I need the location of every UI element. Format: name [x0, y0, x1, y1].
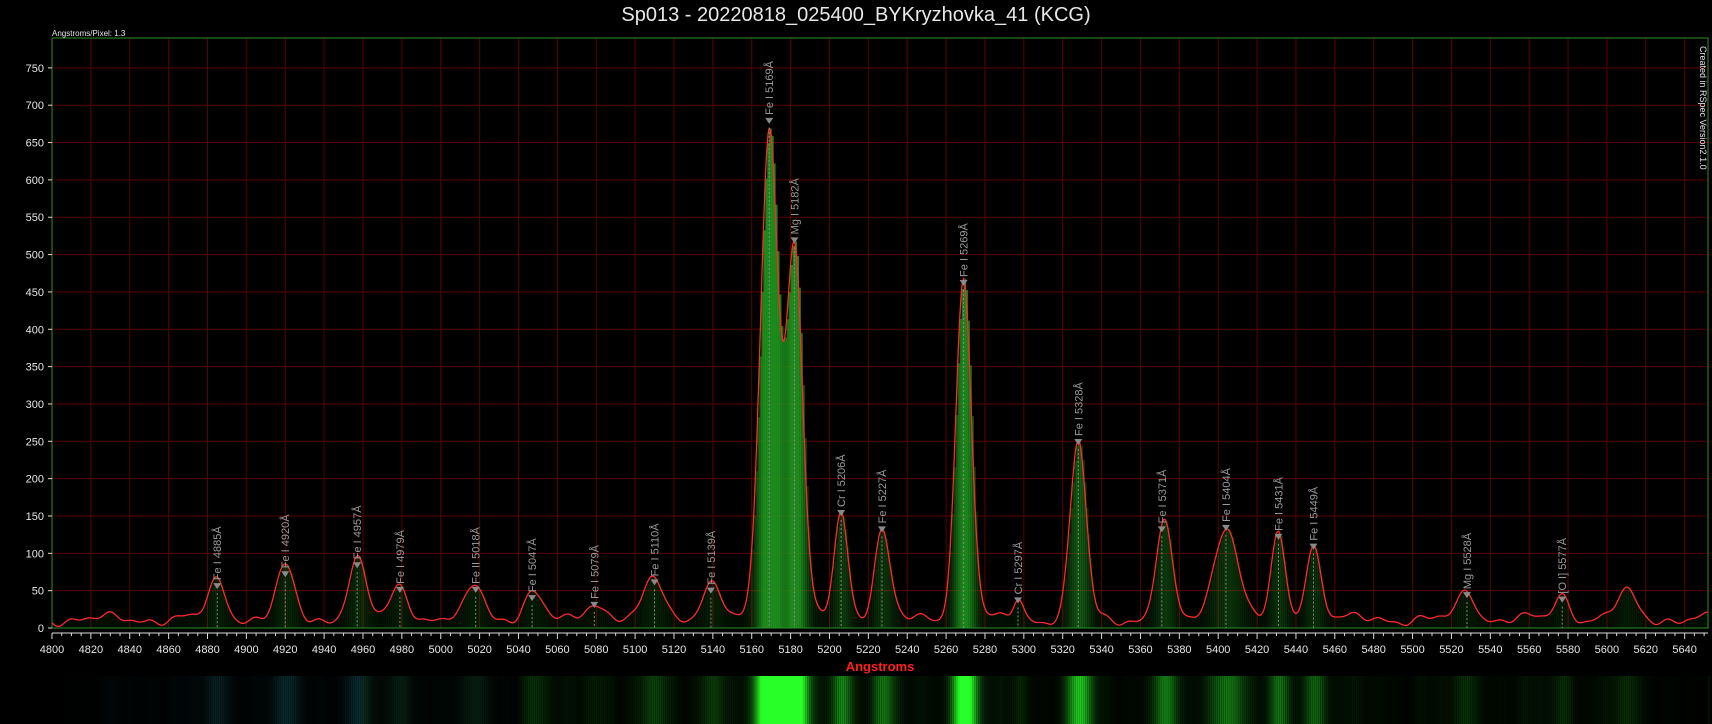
line-marker-label: Fe I 5328Å: [1072, 382, 1085, 436]
x-tick-label: 5600: [1595, 644, 1619, 656]
line-marker-label: Fe I 5139Å: [705, 530, 718, 584]
line-marker-label: Fe I 4920Å: [279, 514, 292, 568]
x-tick-label: 5220: [856, 644, 880, 656]
line-marker-triangle: [765, 117, 774, 124]
y-tick-label: 650: [26, 138, 44, 150]
x-tick-label: 4880: [195, 644, 219, 656]
x-tick-label: 5060: [545, 644, 569, 656]
line-markers: Fe I 4885Å Fe I 4920Å Fe I 4957Å Fe I 4979Å…: [211, 60, 1569, 628]
x-tick-label: 5420: [1245, 644, 1269, 656]
line-marker-label: Fe I 4979Å: [394, 529, 407, 583]
line-marker-label: Fe I 4885Å: [211, 526, 224, 580]
line-marker-label: Mg I 5182Å: [788, 177, 801, 234]
x-tick-label: 5160: [739, 644, 763, 656]
line-marker-triangle: [959, 279, 968, 286]
y-tick-label: 600: [26, 175, 44, 187]
line-marker-label: Mg I 5528Å: [1461, 532, 1474, 589]
x-tick-label: 4960: [351, 644, 375, 656]
line-marker-label: Fe I 5079Å: [588, 544, 601, 598]
y-tick-label: 300: [26, 399, 44, 411]
x-tick-label: 5140: [701, 644, 725, 656]
line-marker-label: Fe I 5110Å: [649, 523, 662, 577]
x-tick-label: 5020: [467, 644, 491, 656]
x-tick-label: 5520: [1439, 644, 1463, 656]
x-tick-label: 5460: [1323, 644, 1347, 656]
x-tick-label: 5240: [895, 644, 919, 656]
y-tick-label: 750: [26, 63, 44, 75]
x-tick-label: 4800: [40, 644, 64, 656]
line-marker-label: Fe I 5227Å: [876, 469, 889, 523]
x-tick-label: 5400: [1206, 644, 1230, 656]
spectrum-fill-column: [1708, 612, 1711, 628]
y-tick-label: 350: [26, 362, 44, 374]
x-tick-label: 5180: [778, 644, 802, 656]
line-marker-label: Fe I 5269Å: [958, 222, 971, 276]
line-marker-label: Fe I 4957Å: [351, 505, 364, 559]
y-axis-ticks: 0 50 100 150 200 250 300 350 400 450 500 550 600 650 7…: [26, 63, 52, 635]
y-tick-label: 0: [38, 623, 44, 635]
line-marker-triangle: [837, 509, 846, 516]
x-tick-label: 5300: [1012, 644, 1036, 656]
x-tick-label: 5580: [1556, 644, 1580, 656]
line-marker-label: Fe II 5018Å: [470, 526, 483, 584]
x-tick-label: 5200: [817, 644, 841, 656]
x-tick-label: 5000: [428, 644, 452, 656]
x-tick-label: 4820: [79, 644, 103, 656]
line-marker-label: Fe I 5371Å: [1156, 469, 1169, 523]
line-marker-label: Fe I 5449Å: [1307, 486, 1320, 540]
y-tick-label: 250: [26, 436, 44, 448]
x-tick-label: 5280: [973, 644, 997, 656]
created-note: Created in RSpec Version2.1.0: [1698, 46, 1708, 170]
x-axis-ticks: 4800 4820 4840 4860 4880 4900 4920 4940 4960 4980…: [40, 632, 1708, 656]
x-tick-label: 4900: [234, 644, 258, 656]
x-axis-label: Angstroms: [846, 659, 915, 674]
x-tick-label: 5540: [1478, 644, 1502, 656]
y-tick-label: 550: [26, 212, 44, 224]
x-tick-label: 5380: [1167, 644, 1191, 656]
x-tick-label: 5040: [506, 644, 530, 656]
x-tick-label: 5320: [1050, 644, 1074, 656]
x-tick-label: 4860: [156, 644, 180, 656]
line-marker-label: Fe I 5404Å: [1220, 467, 1233, 521]
y-tick-label: 100: [26, 548, 44, 560]
y-tick-label: 700: [26, 100, 44, 112]
x-tick-label: 4920: [273, 644, 297, 656]
x-tick-label: 4840: [118, 644, 142, 656]
y-tick-label: 500: [26, 250, 44, 262]
y-tick-label: 400: [26, 324, 44, 336]
x-tick-label: 5560: [1517, 644, 1541, 656]
line-marker-label: Cr I 5297Å: [1012, 541, 1025, 594]
x-tick-label: 5440: [1284, 644, 1308, 656]
line-marker-triangle: [1074, 439, 1083, 446]
spectrum-strip-band: [1708, 676, 1711, 724]
line-marker-label: Cr I 5206Å: [835, 454, 848, 507]
line-marker-label: Fe I 5431Å: [1272, 476, 1285, 530]
y-tick-label: 200: [26, 474, 44, 486]
y-tick-label: 450: [26, 287, 44, 299]
x-tick-label: 5500: [1400, 644, 1424, 656]
line-marker-label: Fe I 5169Å: [763, 60, 776, 114]
x-tick-label: 5620: [1634, 644, 1658, 656]
x-tick-label: 5360: [1128, 644, 1152, 656]
x-tick-label: 4980: [390, 644, 414, 656]
x-tick-label: 5100: [623, 644, 647, 656]
scale-note: Angstroms/Pixel: 1.3: [52, 29, 126, 38]
y-tick-label: 150: [26, 511, 44, 523]
x-tick-label: 5260: [934, 644, 958, 656]
x-tick-label: 4940: [312, 644, 336, 656]
line-marker-label: [O I] 5577Å: [1556, 537, 1569, 593]
spectrum-strip-fade: [52, 676, 1708, 724]
spectrum-chart: Fe I 4885Å Fe I 4920Å Fe I 4957Å Fe I 4979Å…: [26, 29, 1711, 724]
line-marker-label: Fe I 5047Å: [526, 538, 539, 592]
x-tick-label: 5340: [1089, 644, 1113, 656]
x-tick-label: 5640: [1672, 644, 1696, 656]
line-marker-triangle: [790, 237, 799, 244]
y-tick-label: 50: [32, 586, 44, 598]
x-tick-label: 5080: [584, 644, 608, 656]
x-tick-label: 5480: [1361, 644, 1385, 656]
x-tick-label: 5120: [662, 644, 686, 656]
